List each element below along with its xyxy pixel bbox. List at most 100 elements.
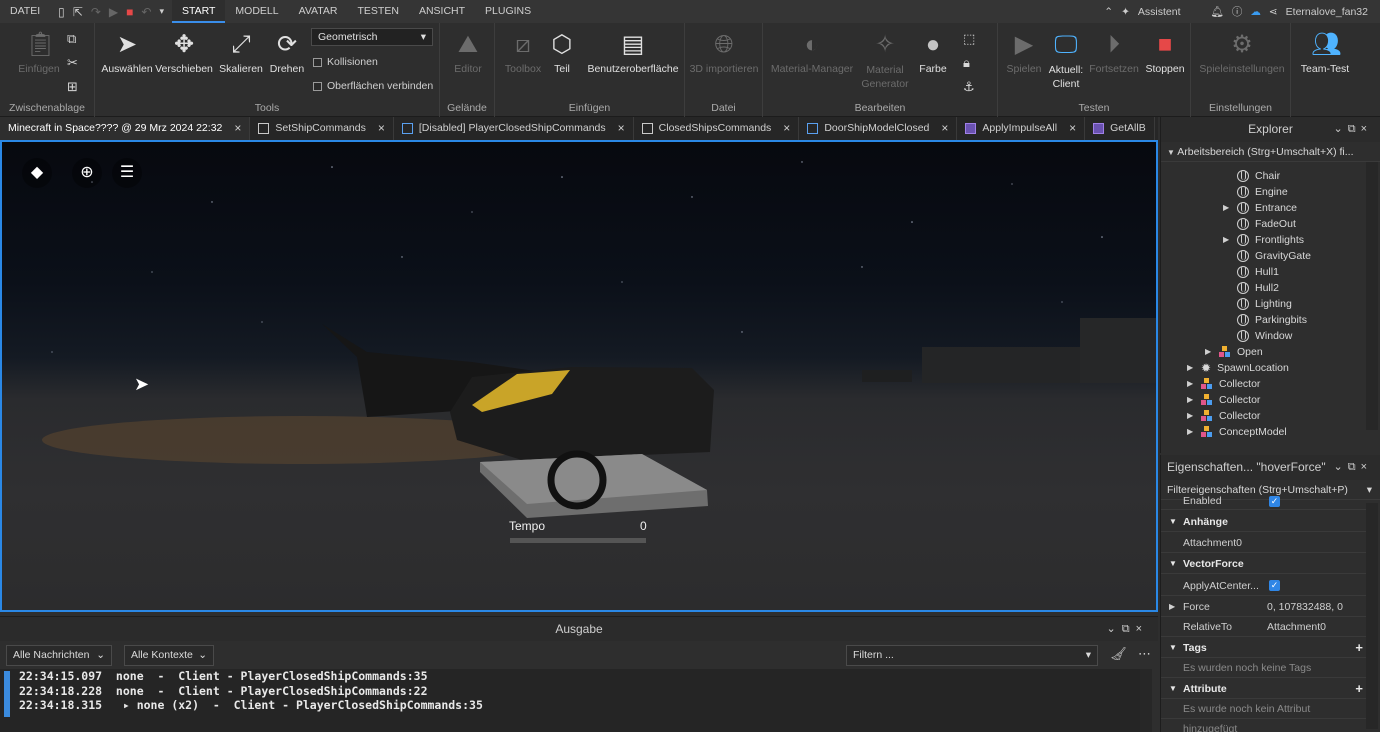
group-icon[interactable]: ⬚	[963, 31, 975, 47]
explorer-scrollbar[interactable]	[1366, 162, 1378, 430]
tree-item[interactable]: ▶ ✹ SpawnLocation	[1187, 360, 1289, 376]
close-icon[interactable]: ×	[941, 117, 948, 140]
expand-arrow-icon[interactable]: ▶	[1187, 408, 1195, 424]
toolbox-button[interactable]: ⧄ Toolbox	[499, 31, 547, 75]
team-test-button[interactable]: 👥︎ Team-Test	[1297, 31, 1353, 75]
new-file-icon[interactable]: ▯	[58, 5, 65, 19]
material-manager-button[interactable]: ◐ Material-Manager	[769, 31, 855, 75]
close-icon[interactable]: ×	[234, 117, 241, 140]
tree-item[interactable]: ▶ Open	[1205, 344, 1263, 360]
close-icon[interactable]: ×	[1069, 117, 1076, 140]
tree-item[interactable]: ▶ Collector	[1187, 408, 1260, 424]
collisions-checkbox[interactable]: Kollisionen	[313, 56, 378, 68]
property-section[interactable]: ▼ Anhänge	[1161, 512, 1367, 532]
tree-item[interactable]: Chair	[1223, 168, 1280, 184]
property-row[interactable]: ▶ Force 0, 107832488, 0	[1161, 597, 1367, 617]
publish-icon[interactable]: ⇱	[73, 5, 83, 19]
username-label[interactable]: Eternalove_fan32	[1286, 6, 1368, 18]
tab-script[interactable]: GetAllB	[1085, 117, 1155, 140]
tree-item[interactable]: ▶ Collector	[1187, 376, 1260, 392]
contexts-filter-dropdown[interactable]: Alle Kontexte ⌄	[124, 645, 214, 666]
expanded-arrow-icon[interactable]: ▼	[1167, 148, 1175, 157]
cut-icon[interactable]: ✂	[67, 55, 78, 71]
property-row[interactable]: RelativeTo Attachment0	[1161, 617, 1367, 637]
tab-model[interactable]: MODELL	[225, 0, 288, 23]
expand-arrow-icon[interactable]: ▶	[1187, 376, 1195, 392]
3d-viewport[interactable]: ◆ ⊕ ☰ Tempo 0 ➤	[0, 140, 1158, 612]
tree-item[interactable]: Parkingbits	[1223, 312, 1307, 328]
expand-arrow-icon[interactable]: ▶	[1223, 232, 1231, 248]
expanded-arrow-icon[interactable]: ▼	[1169, 679, 1177, 699]
tree-item[interactable]: Hull2	[1223, 280, 1279, 296]
undo-icon[interactable]: ↶	[141, 5, 151, 19]
tab-script[interactable]: ClosedShipsCommands ×	[634, 117, 800, 140]
bell-icon[interactable]: 🔔︎	[1211, 5, 1224, 18]
select-button[interactable]: ➤ Auswählen	[101, 31, 153, 75]
tree-item[interactable]: Window	[1223, 328, 1292, 344]
current-client-button[interactable]: 🖵 Aktuell: Client	[1046, 31, 1086, 91]
transform-mode-dropdown[interactable]: Geometrisch ▾	[311, 28, 433, 46]
expand-arrow-icon[interactable]: ▶	[1169, 597, 1175, 617]
file-menu[interactable]: DATEI	[0, 0, 50, 23]
expand-arrow-icon[interactable]: ▶	[1205, 344, 1213, 360]
close-icon[interactable]: ×	[618, 117, 625, 140]
panel-controls[interactable]: ⌄⧉×	[1334, 117, 1373, 142]
checkbox-checked[interactable]: ✓	[1269, 580, 1280, 591]
property-section[interactable]: ▼ Attribute +	[1161, 679, 1367, 699]
join-surfaces-checkbox[interactable]: Oberflächen verbinden	[313, 80, 433, 92]
close-icon[interactable]: ×	[783, 117, 790, 140]
properties-scrollbar[interactable]	[1366, 503, 1378, 729]
property-section[interactable]: ▼ Tags +	[1161, 638, 1367, 658]
tree-item[interactable]: Engine	[1223, 184, 1288, 200]
checkbox-checked[interactable]: ✓	[1269, 496, 1280, 507]
more-options-icon[interactable]: ⋯	[1138, 646, 1151, 662]
tree-item[interactable]: Lighting	[1223, 296, 1292, 312]
redo-icon[interactable]: ↷	[91, 5, 101, 19]
output-scrollbar[interactable]	[1140, 669, 1152, 732]
tab-script[interactable]: DoorShipModelClosed ×	[799, 117, 958, 140]
resume-button[interactable]: ⏵ Fortsetzen	[1088, 31, 1140, 75]
copy-icon[interactable]: ⧉	[67, 31, 76, 47]
scale-button[interactable]: ⤢ Skalieren	[215, 31, 267, 75]
expand-arrow-icon[interactable]: ▶	[1187, 424, 1195, 440]
share-icon[interactable]: ⋖	[1269, 6, 1278, 18]
stop-icon[interactable]: ■	[126, 5, 133, 19]
material-generator-button[interactable]: ✧ Material Generator	[859, 31, 911, 91]
cloud-icon[interactable]: ☁	[1250, 6, 1261, 18]
move-button[interactable]: ✥ Verschieben	[155, 31, 213, 75]
game-settings-button[interactable]: ⚙ Spieleinstellungen	[1195, 31, 1289, 75]
import-3d-button[interactable]: 🌐︎ 3D importieren	[689, 31, 759, 75]
play-icon[interactable]: ▶	[109, 5, 118, 19]
property-row[interactable]: ApplyAtCenter... ✓	[1161, 576, 1367, 596]
expanded-arrow-icon[interactable]: ▼	[1169, 512, 1177, 532]
output-filter-input[interactable]: Filtern ... ▾	[846, 645, 1098, 666]
property-section[interactable]: ▼ VectorForce	[1161, 554, 1367, 574]
tab-test[interactable]: TESTEN	[348, 0, 409, 23]
tab-plugins[interactable]: PLUGINS	[475, 0, 541, 23]
chat-icon[interactable]: ☰	[112, 158, 142, 188]
add-icon[interactable]: +	[1355, 679, 1363, 699]
stop-button[interactable]: ■ Stoppen	[1142, 31, 1188, 75]
expand-arrow-icon[interactable]: ▶	[1223, 200, 1231, 216]
tree-item[interactable]: GravityGate	[1223, 248, 1311, 264]
expanded-arrow-icon[interactable]: ▼	[1169, 554, 1177, 574]
rotate-button[interactable]: ⟳ Drehen	[267, 31, 307, 75]
tab-script[interactable]: SetShipCommands ×	[250, 117, 394, 140]
color-button[interactable]: ● Farbe	[913, 31, 953, 75]
part-button[interactable]: ⬡ Teil	[547, 31, 577, 75]
play-button[interactable]: ▶ Spielen	[1002, 31, 1046, 75]
property-value[interactable]: 0, 107832488, 0	[1267, 597, 1343, 617]
panel-controls[interactable]: ⌄⧉×	[1107, 617, 1149, 641]
terrain-editor-button[interactable]: ⛰ Editor	[444, 31, 492, 75]
expand-arrow-icon[interactable]: ▶	[1187, 360, 1195, 376]
messages-filter-dropdown[interactable]: Alle Nachrichten ⌄	[6, 645, 112, 666]
tab-avatar[interactable]: AVATAR	[289, 0, 348, 23]
tree-item[interactable]: ▶ ConceptModel	[1187, 424, 1287, 440]
tab-script[interactable]: [Disabled] PlayerClosedShipCommands ×	[394, 117, 634, 140]
clear-output-icon[interactable]: 🧹︎	[1110, 646, 1127, 662]
tab-script[interactable]: ApplyImpulseAll ×	[957, 117, 1086, 140]
tab-start[interactable]: START	[171, 0, 226, 23]
lock-icon[interactable]: 🔒︎	[963, 55, 970, 71]
tree-item[interactable]: FadeOut	[1223, 216, 1296, 232]
roblox-logo-icon[interactable]: ◆	[22, 158, 52, 188]
